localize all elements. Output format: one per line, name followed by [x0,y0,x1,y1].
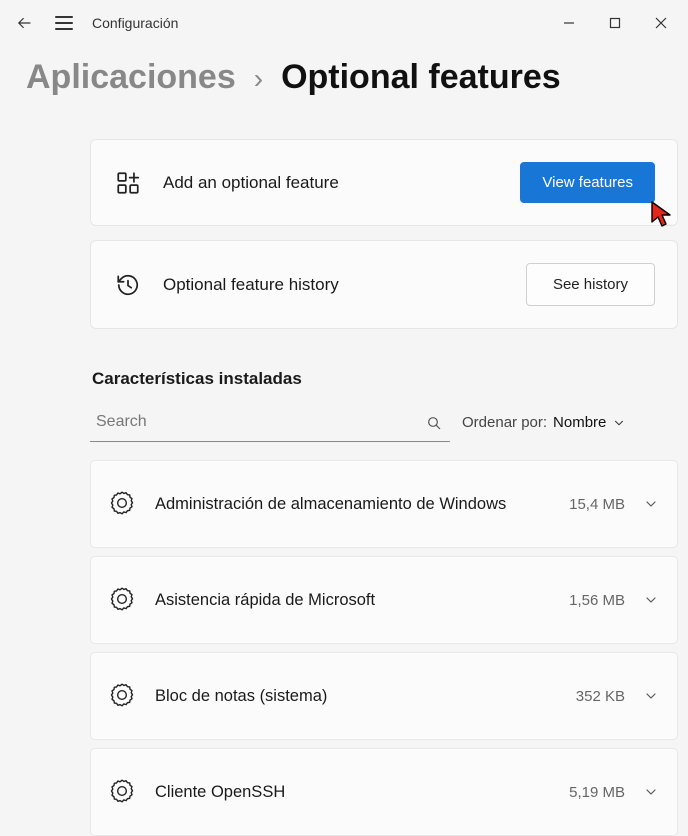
feature-size: 1,56 MB [569,592,625,609]
feature-row[interactable]: Bloc de notas (sistema) 352 KB [90,652,678,740]
minimize-button[interactable] [546,0,592,46]
feature-name: Cliente OpenSSH [155,783,569,802]
features-list: Administración de almacenamiento de Wind… [90,460,678,836]
sort-control[interactable]: Ordenar por: Nombre [462,414,626,431]
breadcrumb-parent[interactable]: Aplicaciones [26,58,236,97]
feature-size: 5,19 MB [569,784,625,801]
page-title: Optional features [281,58,561,97]
titlebar: Configuración [0,0,688,46]
back-arrow-icon [15,14,33,32]
feature-name: Administración de almacenamiento de Wind… [155,495,569,514]
gear-icon [109,778,137,806]
add-feature-card: Add an optional feature View features [90,139,678,226]
maximize-button[interactable] [592,0,638,46]
chevron-down-icon [612,416,626,430]
sort-value: Nombre [553,414,606,431]
search-icon [426,415,442,431]
back-button[interactable] [8,7,40,39]
search-sort-row: Ordenar por: Nombre [90,403,678,442]
gear-icon [109,586,137,614]
feature-row[interactable]: Cliente OpenSSH 5,19 MB [90,748,678,836]
see-history-button[interactable]: See history [526,263,655,306]
window-controls [546,0,684,46]
feature-name: Bloc de notas (sistema) [155,687,576,706]
chevron-right-icon: › [254,63,263,95]
feature-size: 352 KB [576,688,625,705]
search-wrap [90,403,450,442]
history-card: Optional feature history See history [90,240,678,329]
feature-size: 15,4 MB [569,496,625,513]
breadcrumb: Aplicaciones › Optional features [0,46,688,109]
close-icon [655,17,667,29]
gear-icon [109,682,137,710]
history-icon [113,270,143,300]
feature-name: Asistencia rápida de Microsoft [155,591,569,610]
hamburger-icon [55,22,73,24]
maximize-icon [609,17,621,29]
feature-row[interactable]: Administración de almacenamiento de Wind… [90,460,678,548]
chevron-down-icon [643,496,659,512]
gear-icon [109,490,137,518]
menu-button[interactable] [48,7,80,39]
history-label: Optional feature history [163,275,526,295]
add-grid-icon [113,168,143,198]
content: Add an optional feature View features Op… [0,109,688,836]
installed-section-title: Características instaladas [92,369,678,389]
app-title: Configuración [92,15,178,31]
search-input[interactable] [90,403,450,442]
add-feature-label: Add an optional feature [163,173,520,193]
feature-row[interactable]: Asistencia rápida de Microsoft 1,56 MB [90,556,678,644]
chevron-down-icon [643,592,659,608]
close-button[interactable] [638,0,684,46]
view-features-button[interactable]: View features [520,162,655,203]
chevron-down-icon [643,784,659,800]
chevron-down-icon [643,688,659,704]
minimize-icon [563,17,575,29]
sort-label: Ordenar por: [462,414,547,431]
